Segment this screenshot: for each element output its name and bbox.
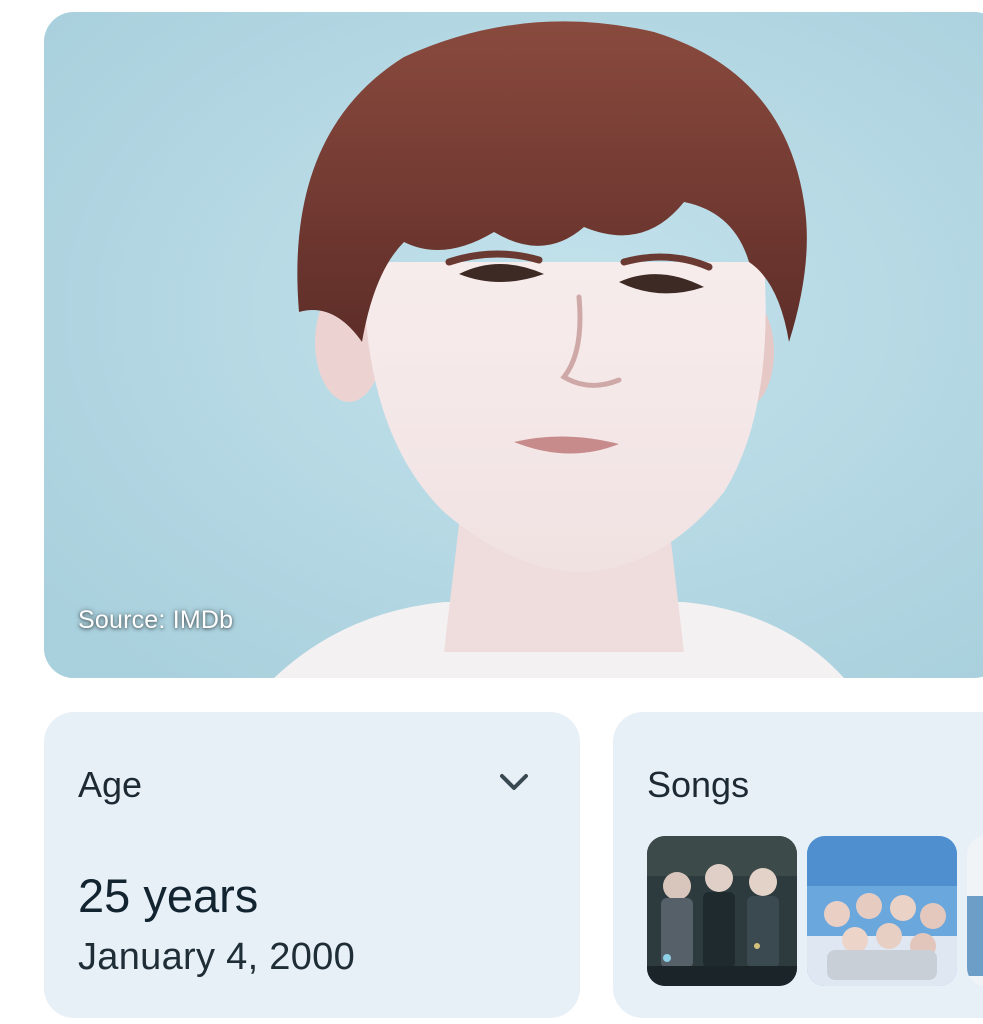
song-thumbnail[interactable] — [647, 836, 797, 986]
song-thumbnail-image — [967, 836, 983, 986]
image-source-caption[interactable]: Source: IMDb — [78, 606, 233, 635]
age-card-title: Age — [78, 764, 143, 805]
song-thumbnail[interactable] — [967, 836, 983, 986]
song-thumbnail-image — [647, 836, 797, 986]
song-thumbnail[interactable] — [807, 836, 957, 986]
portrait-image[interactable]: Source: IMDb — [44, 12, 983, 678]
portrait-illustration — [44, 12, 983, 678]
songs-card-title: Songs — [647, 764, 750, 805]
birth-date: January 4, 2000 — [78, 936, 356, 978]
age-value: 25 years — [78, 869, 259, 922]
knowledge-panel: Source: IMDb Age 25 years January 4, 200… — [0, 0, 983, 1024]
song-thumbnail-image — [807, 836, 957, 986]
songs-card[interactable]: Songs — [613, 712, 983, 1018]
age-card[interactable]: Age 25 years January 4, 2000 — [44, 712, 580, 1018]
chevron-down-icon[interactable] — [494, 762, 534, 802]
